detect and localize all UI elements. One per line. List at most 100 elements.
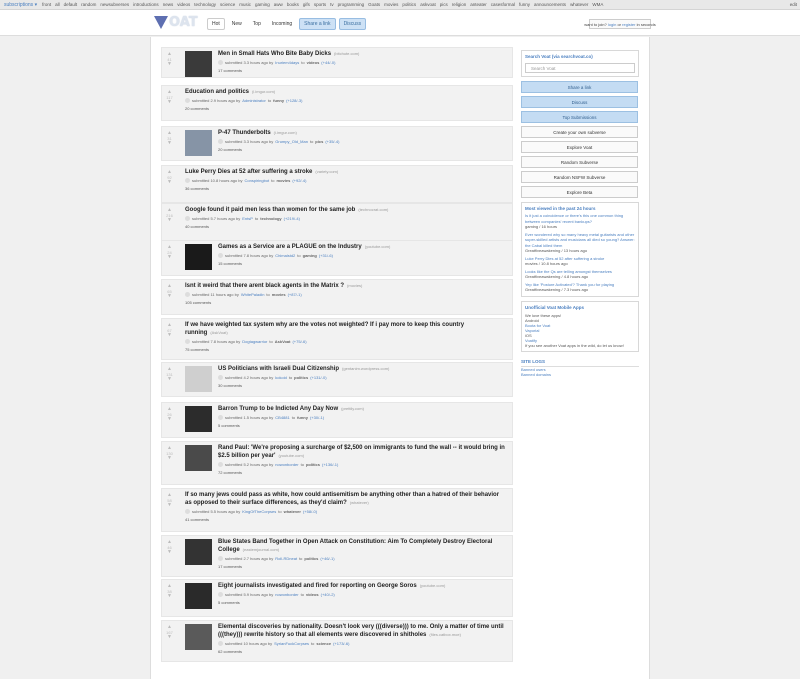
sidebar-button-random-nsfw-subverse[interactable]: Random NSFW Subverse <box>521 171 638 183</box>
downvote-icon[interactable]: ▼ <box>165 594 174 599</box>
post-author-link[interactable]: Dogtagwarrior <box>242 339 267 344</box>
comments-link[interactable]: 105 comments <box>185 300 507 305</box>
post-domain[interactable]: (whatever) <box>350 500 369 505</box>
sidebar-button-discuss[interactable]: Discuss <box>521 96 638 108</box>
downvote-icon[interactable]: ▼ <box>165 255 174 260</box>
register-link[interactable]: register <box>622 22 635 27</box>
search-input[interactable]: Search Voat <box>525 63 635 73</box>
post-thumbnail[interactable] <box>185 539 212 565</box>
tab-incoming[interactable]: Incoming <box>268 19 296 29</box>
post-title-link[interactable]: P-47 Thunderbolts <box>218 130 271 136</box>
post-domain[interactable]: (youtube.com) <box>278 453 304 458</box>
tab-top[interactable]: Top <box>249 19 265 29</box>
post-subverse-link[interactable]: whatever <box>284 509 301 514</box>
downvote-icon[interactable]: ▼ <box>165 180 174 185</box>
downvote-icon[interactable]: ▼ <box>165 550 174 555</box>
post-subverse-link[interactable]: funny <box>273 98 284 103</box>
post-title-link[interactable]: Luke Perry Dies at 52 after suffering a … <box>185 169 312 175</box>
post-thumbnail[interactable] <box>185 624 212 650</box>
post-thumbnail[interactable] <box>185 583 212 609</box>
post-title-link[interactable]: If so many jews could pass as white, how… <box>185 492 499 506</box>
subverse-link[interactable]: technology <box>194 2 216 7</box>
post-subverse-link[interactable]: politics <box>294 375 308 380</box>
most-viewed-link[interactable]: Is it just a coincidence or there's this… <box>525 213 635 224</box>
post-author-link[interactable]: CB4881 <box>275 415 289 420</box>
sidebar-button-explore-voat[interactable]: Explore Voat <box>521 141 638 153</box>
post-subverse-link[interactable]: politics <box>306 462 320 467</box>
comments-link[interactable]: 5 comments <box>218 600 507 605</box>
post-domain[interactable]: (eastemjournal.com) <box>243 547 279 552</box>
login-link[interactable]: login <box>608 22 616 27</box>
subverse-link[interactable]: books <box>287 2 299 7</box>
subverse-link[interactable]: all <box>55 2 60 7</box>
post-author-link[interactable]: SyrianFuckCorpses <box>274 641 309 646</box>
post-author-link[interactable]: WhitePaladin <box>241 292 265 297</box>
comments-link[interactable]: 17 comments <box>218 564 507 569</box>
subverse-link[interactable]: introductions <box>133 2 159 7</box>
banned-domains-link[interactable]: Banned domains <box>521 372 639 378</box>
subverse-link[interactable]: gifs <box>303 2 310 7</box>
downvote-icon[interactable]: ▼ <box>165 503 174 508</box>
post-subverse-link[interactable]: videos <box>306 592 319 597</box>
post-author-link[interactable]: Administrator <box>242 98 266 103</box>
post-subverse-link[interactable]: funny <box>297 415 308 420</box>
post-domain[interactable]: (gentanim.wordpress.com) <box>342 366 389 371</box>
post-subverse-link[interactable]: science <box>316 641 331 646</box>
downvote-icon[interactable]: ▼ <box>165 141 174 146</box>
post-subverse-link[interactable]: movies <box>272 292 286 297</box>
post-thumbnail[interactable] <box>185 51 212 77</box>
post-author-link[interactable]: Grumpy_Old_Man <box>275 139 308 144</box>
subverse-link[interactable]: funny <box>519 2 530 7</box>
post-domain[interactable]: (i.imgur.com) <box>252 89 275 94</box>
comments-link[interactable]: 30 comments <box>218 383 507 388</box>
subverse-link[interactable]: movies <box>384 2 398 7</box>
sidebar-button-create-your-own-subverse[interactable]: Create your own subverse <box>521 126 638 138</box>
post-author-link[interactable]: Chimalstd2 <box>275 253 295 258</box>
sidebar-button-share-a-link[interactable]: Share a link <box>521 81 638 93</box>
post-subverse-link[interactable]: technology <box>260 216 281 221</box>
post-thumbnail[interactable] <box>185 406 212 432</box>
downvote-icon[interactable]: ▼ <box>165 218 174 223</box>
post-subverse-link[interactable]: videos <box>307 60 320 65</box>
subverse-link[interactable]: askvoat <box>420 2 436 7</box>
subverse-link[interactable]: front <box>42 2 51 7</box>
post-author-link[interactable]: Inuriem4days <box>275 60 299 65</box>
comments-link[interactable]: 72 comments <box>218 470 507 475</box>
tab-discuss[interactable]: Discuss <box>338 18 367 30</box>
post-author-link[interactable]: Roll-RDneat <box>275 556 297 561</box>
subverse-link[interactable]: random <box>81 2 96 7</box>
post-domain[interactable]: (movies) <box>347 283 362 288</box>
comments-link[interactable]: 20 comments <box>218 147 507 152</box>
subverse-link[interactable]: anteater <box>470 2 487 7</box>
most-viewed-link[interactable]: Ever wondered why so many heavy metal gu… <box>525 232 635 249</box>
post-thumbnail[interactable] <box>185 366 212 392</box>
subverse-link[interactable]: default <box>64 2 78 7</box>
downvote-icon[interactable]: ▼ <box>165 456 174 461</box>
post-author-link[interactable]: KingOfTheCorpses <box>242 509 276 514</box>
subverse-link[interactable]: programming <box>338 2 365 7</box>
tab-new[interactable]: New <box>228 19 246 29</box>
comments-link[interactable]: 75 comments <box>185 347 507 352</box>
post-subverse-link[interactable]: politics <box>304 556 318 561</box>
subverse-link[interactable]: announcements <box>534 2 566 7</box>
comments-link[interactable]: 17 comments <box>218 68 507 73</box>
sidebar-button-explore-beta[interactable]: Explore Beta <box>521 186 638 198</box>
subscriptions-dropdown[interactable]: subscriptions ▾ <box>4 2 37 8</box>
downvote-icon[interactable]: ▼ <box>165 62 174 67</box>
post-title-link[interactable]: Men in Small Hats Who Bite Baby Dicks <box>218 51 331 57</box>
edit-subscriptions-link[interactable]: edit <box>790 2 797 7</box>
downvote-icon[interactable]: ▼ <box>165 100 174 105</box>
subverse-link[interactable]: newsubverses <box>100 2 129 7</box>
post-author-link[interactable]: nowonborder <box>275 592 298 597</box>
post-subverse-link[interactable]: gaming <box>303 253 317 258</box>
subverse-link[interactable]: news <box>163 2 174 7</box>
subverse-link[interactable]: tv <box>330 2 334 7</box>
post-domain[interactable]: (bitchute.com) <box>334 51 359 56</box>
post-domain[interactable]: (prettily.com) <box>341 406 364 411</box>
post-title-link[interactable]: Education and politics <box>185 89 249 95</box>
comments-link[interactable]: 36 comments <box>185 186 507 191</box>
tab-share-a-link[interactable]: Share a link <box>299 18 336 30</box>
tab-hot[interactable]: Hot <box>207 18 225 30</box>
subverse-link[interactable]: pics <box>440 2 448 7</box>
post-thumbnail[interactable] <box>185 445 212 471</box>
